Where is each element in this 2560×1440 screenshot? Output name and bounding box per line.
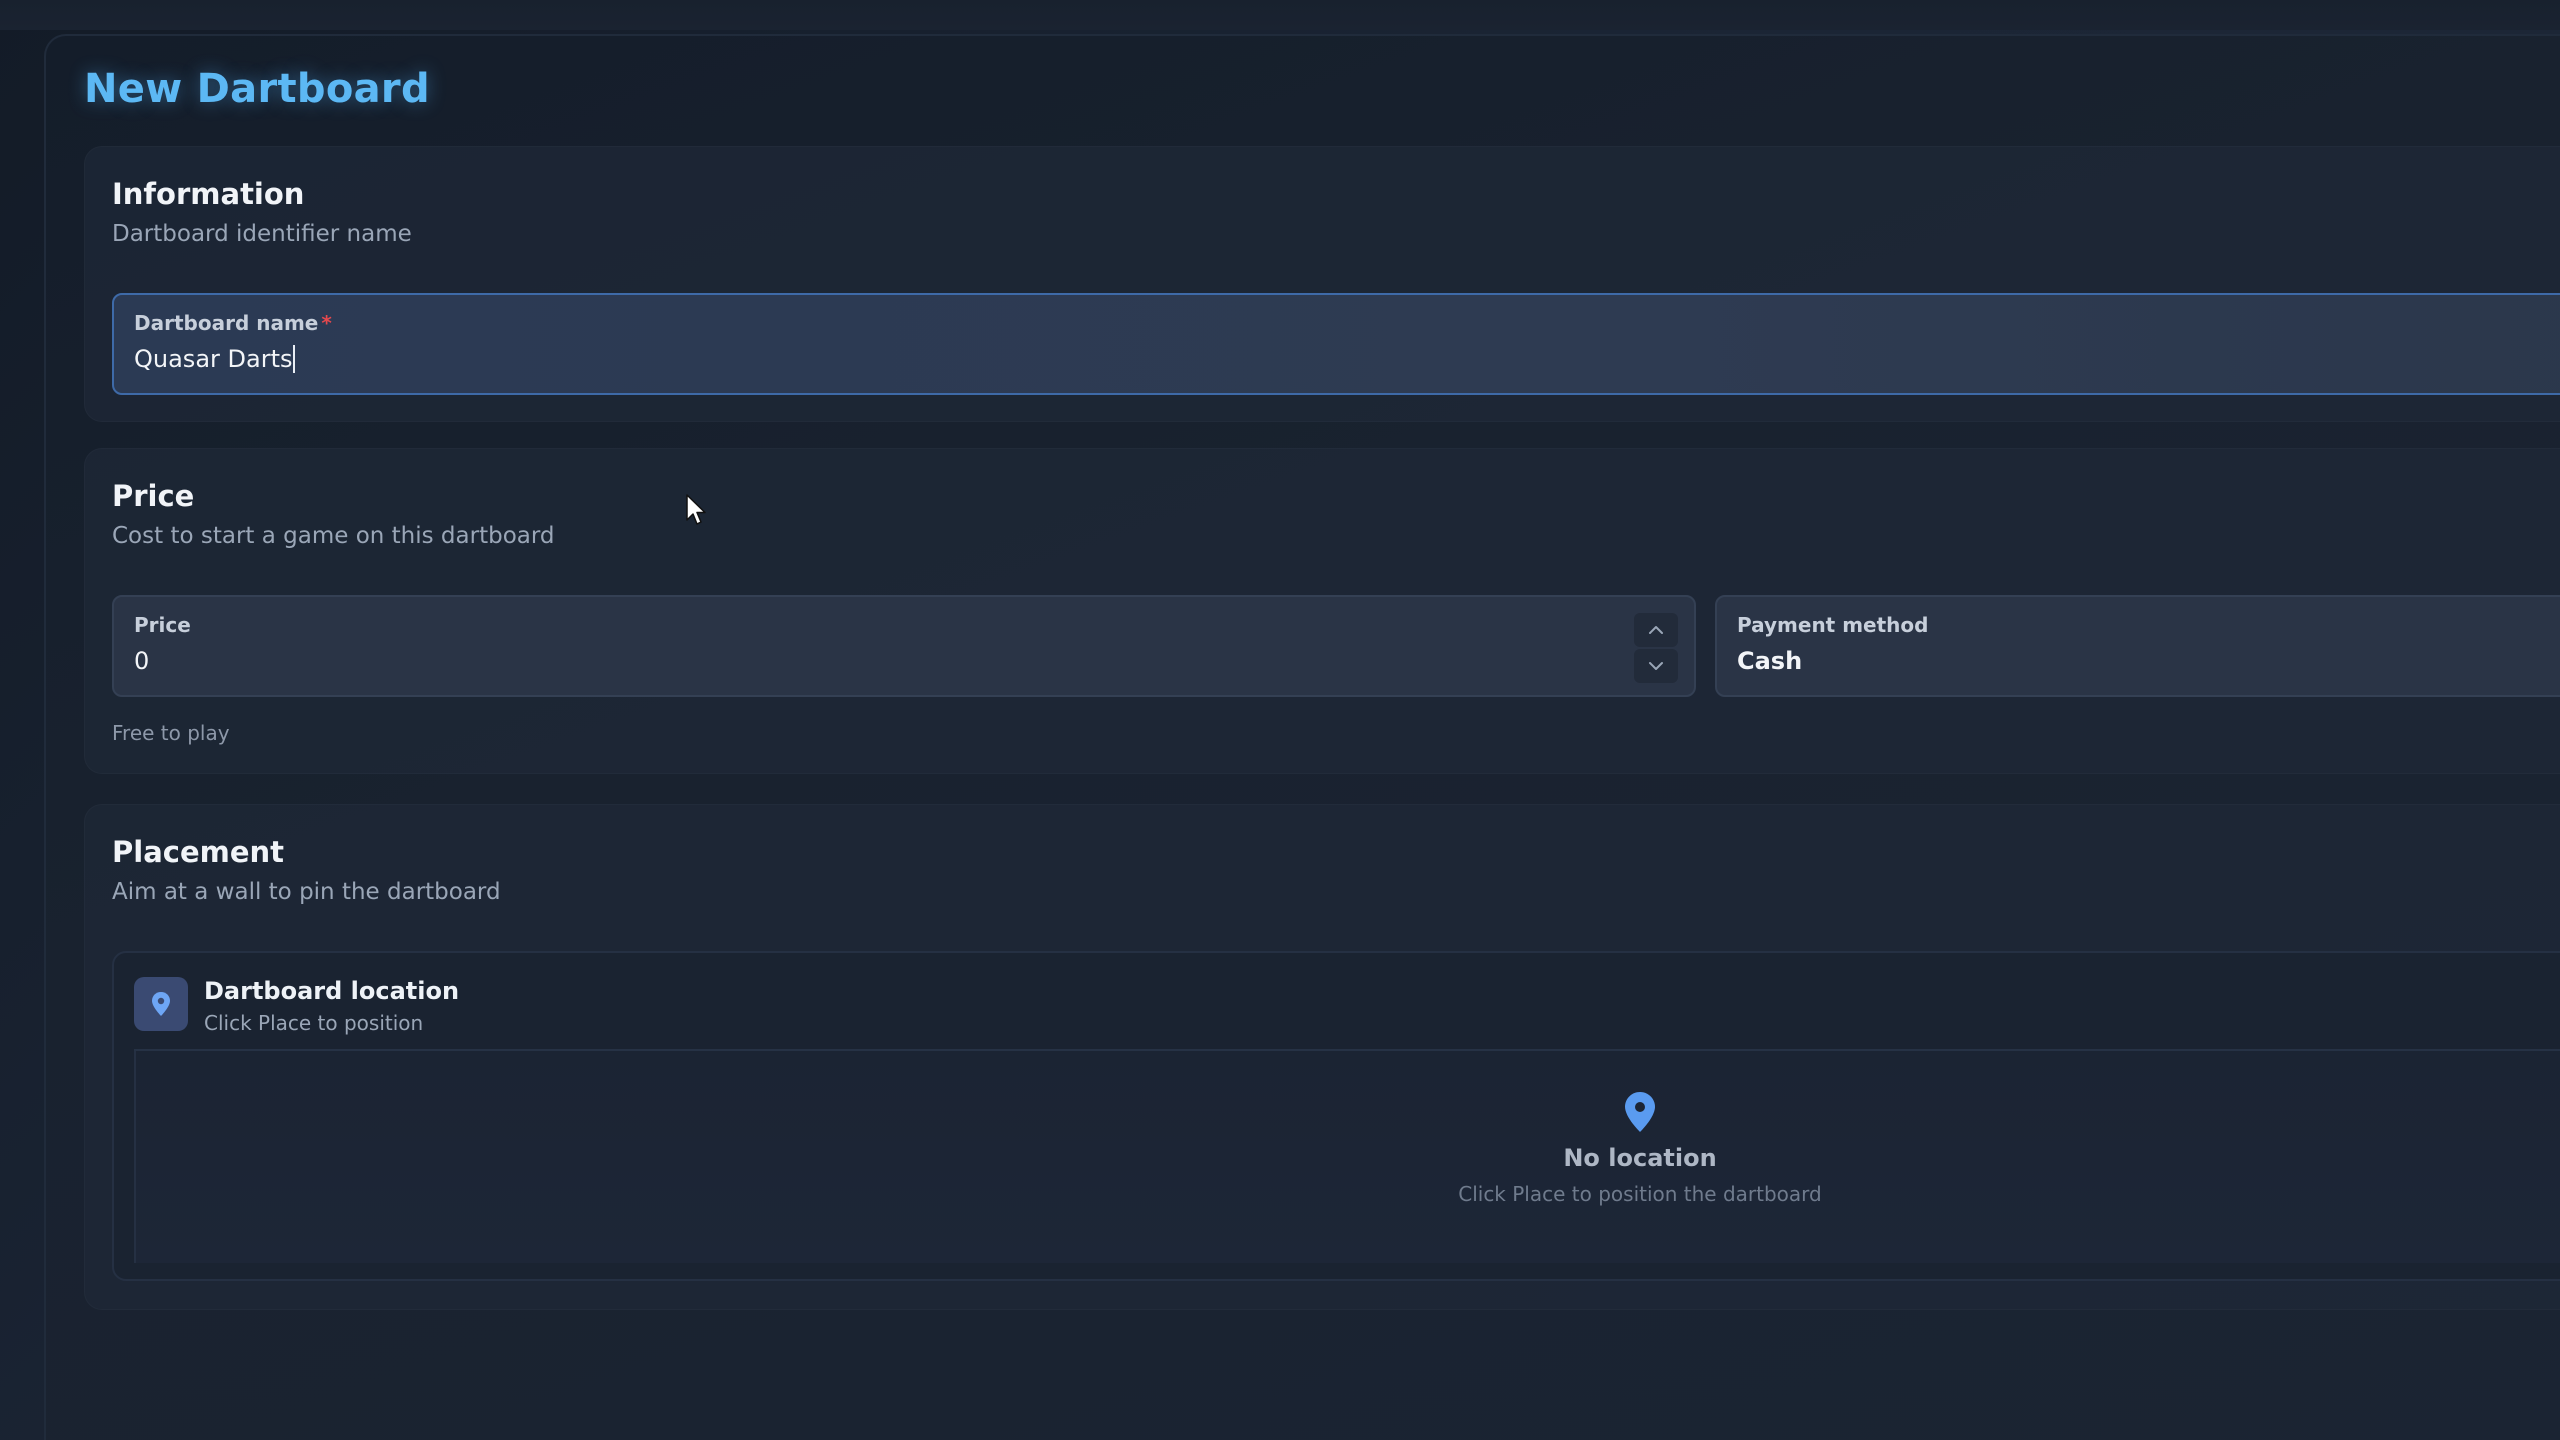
top-bar <box>0 0 2560 30</box>
placement-subtitle: Aim at a wall to pin the dartboard <box>112 879 501 905</box>
payment-method-select[interactable]: Payment method Cash <box>1715 595 2560 697</box>
text-caret <box>293 345 296 373</box>
empty-location-state: No location Click Place to position the … <box>1360 1090 1920 1206</box>
dartboard-name-field[interactable]: Dartboard name * Quasar Darts <box>112 293 2560 395</box>
location-preview-area <box>134 1051 2560 1263</box>
dartboard-location-panel: Dartboard location Click Place to positi… <box>112 951 2560 1281</box>
dartboard-name-label-text: Dartboard name <box>134 311 319 335</box>
empty-location-subtitle: Click Place to position the dartboard <box>1458 1182 1822 1206</box>
price-label: Price <box>134 613 191 637</box>
dartboard-name-value: Quasar Darts <box>134 345 293 373</box>
price-card: Price Cost to start a game on this dartb… <box>84 448 2560 774</box>
price-helper-text: Free to play <box>112 721 230 745</box>
increment-button[interactable] <box>1634 613 1678 647</box>
price-input[interactable]: 0 <box>134 647 149 675</box>
map-pin-icon <box>1625 1092 1655 1132</box>
payment-method-label: Payment method <box>1737 613 1929 637</box>
chevron-down-icon <box>1649 662 1663 670</box>
payment-method-value: Cash <box>1737 647 1803 675</box>
decrement-button[interactable] <box>1634 649 1678 683</box>
information-subtitle: Dartboard identifier name <box>112 221 412 247</box>
information-title: Information <box>112 177 305 211</box>
map-pin-icon <box>152 992 170 1016</box>
dartboard-name-label: Dartboard name * <box>134 311 332 335</box>
placement-title: Placement <box>112 835 285 869</box>
screen: New Dartboard Information Dartboard iden… <box>0 0 2560 1440</box>
location-icon-badge <box>134 977 188 1031</box>
price-stepper[interactable] <box>1634 613 1678 683</box>
empty-pin-wrapper <box>1360 1090 1920 1134</box>
price-title: Price <box>112 479 195 513</box>
location-subtitle: Click Place to position <box>204 1011 424 1035</box>
chevron-up-icon <box>1649 626 1663 634</box>
page-title: New Dartboard <box>84 66 430 112</box>
price-subtitle: Cost to start a game on this dartboard <box>112 523 555 549</box>
location-title: Dartboard location <box>204 977 460 1005</box>
placement-card: Placement Aim at a wall to pin the dartb… <box>84 804 2560 1310</box>
dartboard-name-input[interactable]: Quasar Darts <box>134 345 296 373</box>
required-mark: * <box>321 311 332 335</box>
mouse-cursor-icon <box>686 494 706 525</box>
information-card: Information Dartboard identifier name Da… <box>84 146 2560 422</box>
price-field[interactable]: Price 0 <box>112 595 1696 697</box>
empty-location-title: No location <box>1563 1144 1717 1172</box>
